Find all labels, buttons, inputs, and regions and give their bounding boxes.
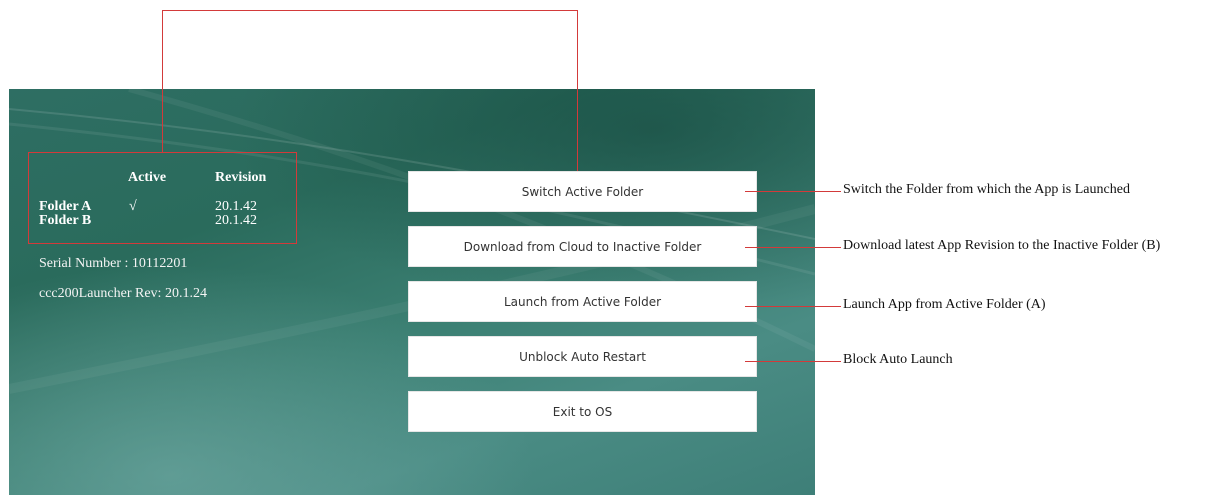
serial-number: Serial Number : 10112201	[39, 256, 188, 271]
exit-to-os-button[interactable]: Exit to OS	[408, 391, 757, 432]
annotation-block: Block Auto Launch	[843, 352, 953, 367]
callout-line-switch	[745, 191, 841, 192]
callout-line-launch	[745, 306, 841, 307]
connector-line-left-vertical	[162, 10, 163, 152]
connector-line-right-vertical	[577, 10, 578, 171]
folder-table-highlight-box	[28, 152, 297, 244]
switch-active-folder-button[interactable]: Switch Active Folder	[408, 171, 757, 212]
launcher-revision: ccc200Launcher Rev: 20.1.24	[39, 286, 207, 301]
annotation-download: Download latest App Revision to the Inac…	[843, 238, 1161, 253]
launch-from-active-folder-button[interactable]: Launch from Active Folder	[408, 281, 757, 322]
annotation-switch: Switch the Folder from which the App is …	[843, 182, 1130, 197]
connector-line-top	[162, 10, 578, 11]
callout-line-download	[745, 247, 841, 248]
annotation-launch: Launch App from Active Folder (A)	[843, 297, 1046, 312]
download-from-cloud-button[interactable]: Download from Cloud to Inactive Folder	[408, 226, 757, 267]
unblock-auto-restart-button[interactable]: Unblock Auto Restart	[408, 336, 757, 377]
callout-line-block	[745, 361, 841, 362]
